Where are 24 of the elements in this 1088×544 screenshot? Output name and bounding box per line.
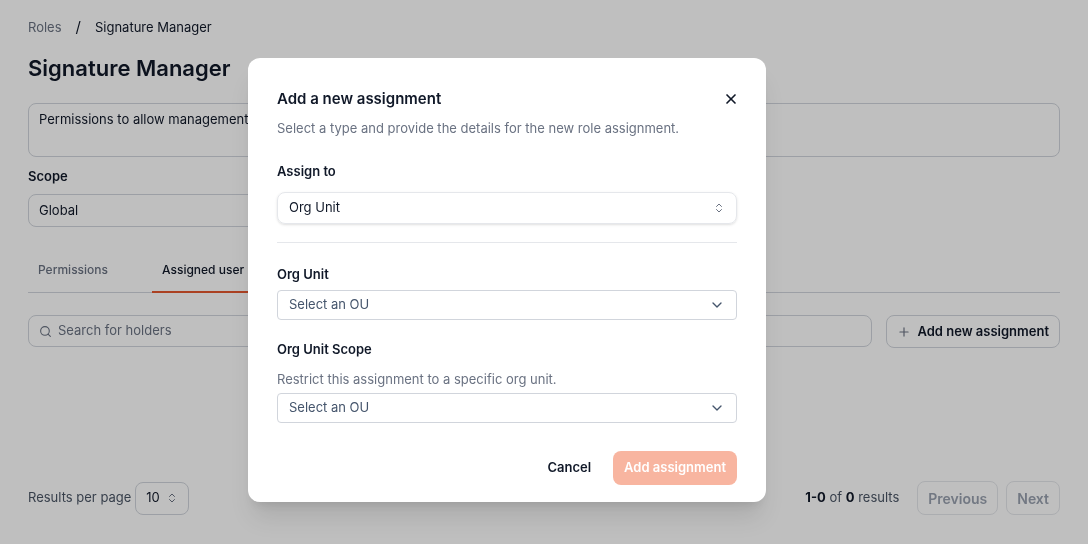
breadcrumb-current: Signature Manager xyxy=(94,17,212,37)
up-down-icon xyxy=(713,201,725,214)
results-summary: 1-0 of 0 results xyxy=(805,488,900,508)
scope-label: Scope xyxy=(28,166,68,186)
cancel-button[interactable]: Cancel xyxy=(547,458,592,478)
breadcrumb-separator: / xyxy=(75,16,81,38)
breadcrumb-link[interactable]: Roles xyxy=(28,17,62,37)
assign-to-select[interactable]: Org Unit xyxy=(277,191,737,224)
page-size-select[interactable]: 10 xyxy=(135,481,189,515)
page-size-label: Results per page xyxy=(28,488,132,508)
dialog-title: Add a new assignment xyxy=(277,88,442,110)
search-icon xyxy=(39,324,52,338)
field-label: Org Unit Scope xyxy=(277,340,373,359)
add-assignment-button[interactable]: Add new assignment xyxy=(886,315,1060,348)
org-unit-dropdown[interactable]: Select an OU xyxy=(277,393,737,423)
plus-icon xyxy=(897,324,912,339)
page-title: Signature Manager xyxy=(28,53,232,83)
field-label: Org Unit xyxy=(277,264,330,284)
tab[interactable]: Permissions xyxy=(28,249,152,293)
help-text: Restrict this assignment to a specific org unit. xyxy=(277,369,558,389)
field-label: Assign to xyxy=(277,162,337,181)
org-unit-dropdown[interactable]: Select an OU xyxy=(277,290,737,320)
description-text: Permissions to allow management xyxy=(39,110,249,127)
dialog-subtitle: Select a type and provide the details for the new role assignment. xyxy=(277,118,681,138)
